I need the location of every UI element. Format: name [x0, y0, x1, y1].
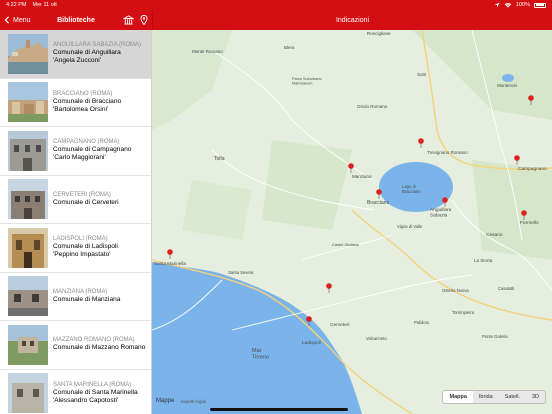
place-label: Formello: [520, 220, 539, 226]
library-name: Comunale di Anguillara: [53, 49, 121, 57]
library-thumbnail: [8, 373, 48, 414]
place-label: Monte Romano: [192, 49, 223, 54]
list-item[interactable]: CAMPAGNANO (ROMA) Comunale di Campagnano…: [0, 127, 151, 176]
library-city: MAZZANO ROMANO (ROMA): [53, 337, 135, 344]
status-right: 100%: [494, 2, 546, 8]
lake-bracciano: [379, 162, 453, 212]
map-type-satellite[interactable]: Satell.: [499, 391, 526, 403]
map-navbar: Indicazioni: [152, 10, 552, 30]
place-label: Ponte Galeria: [482, 334, 508, 339]
legal-link[interactable]: Aspetti legali: [180, 399, 206, 404]
place-label: Campagnano: [518, 166, 547, 172]
list-item[interactable]: LADISPOLI (ROMA) Comunale di Ladispoli '…: [0, 224, 151, 273]
place-label: Cerveteri: [330, 322, 349, 328]
maps-logo: Mappe: [156, 398, 175, 404]
back-button[interactable]: Menu: [4, 16, 31, 24]
library-name: Comunale di Santa Marinella: [53, 388, 138, 396]
library-name: Comunale di Mazzano Romano: [53, 344, 146, 352]
place-label: Blera: [284, 45, 295, 50]
library-city: SANTA MARINELLA (ROMA): [53, 381, 132, 388]
sidebar-nav-icons: [123, 15, 148, 25]
library-name-2: 'Alessandro Capotosti': [53, 396, 119, 404]
place-label: Valcanneto: [366, 336, 387, 341]
library-thumbnail: [8, 227, 48, 268]
library-thumbnail: [8, 82, 48, 123]
wifi-icon: [504, 2, 512, 8]
place-label: Sutri: [417, 72, 426, 77]
place-label: Santa Severa: [228, 270, 254, 275]
library-city: LADISPOLI (ROMA): [53, 236, 108, 243]
battery-icon: [534, 2, 546, 8]
library-thumbnail: [8, 276, 48, 317]
map-type-selector: Mappa Ibrida Satell. 3D: [442, 390, 546, 404]
library-thumbnail: [8, 324, 48, 365]
status-time: 4:22 PM: [6, 2, 27, 8]
map-3d-button[interactable]: 3D: [526, 391, 545, 403]
place-label: Osteria Nuova: [442, 288, 469, 293]
list-item[interactable]: CERVETERI (ROMA) Comunale di Cerveteri: [0, 176, 151, 224]
map-title: Indicazioni: [335, 16, 370, 24]
place-label: La Storta: [474, 258, 493, 263]
place-label: Bracciano: [367, 200, 389, 206]
map-attribution: Mappe Aspetti legali: [156, 398, 206, 404]
battery-percent: 100%: [515, 2, 530, 8]
map-view[interactable]: Ronciglione Monte Romano Blera Parco Sub…: [152, 30, 552, 414]
library-name: Comunale di Manziana: [53, 295, 121, 303]
library-thumbnail: [8, 33, 48, 74]
location-arrow-icon: [494, 2, 500, 8]
map-type-hybrid[interactable]: Ibrida: [473, 391, 499, 403]
app-root: 4:22 PM Mer 11 ott 100% Menu Biblioteche…: [0, 0, 552, 414]
place-label: Oriolo Romano: [357, 104, 388, 109]
list-item[interactable]: MANZIANA (ROMA) Comunale di Manziana: [0, 273, 151, 321]
library-building-icon[interactable]: [123, 15, 134, 25]
library-name-2: 'Angela Zucconi': [53, 57, 101, 65]
place-label: Vigna di Valle: [397, 224, 423, 229]
library-thumbnail: [8, 179, 48, 220]
library-city: CERVETERI (ROMA): [53, 191, 111, 198]
status-bar: 4:22 PM Mer 11 ott 100%: [0, 0, 552, 10]
map-pin-icon[interactable]: [140, 15, 148, 25]
library-name-2: 'Bartolomea Orsini': [53, 105, 109, 113]
library-name: Comunale di Bracciano: [53, 97, 122, 105]
list-item[interactable]: SANTA MARINELLA (ROMA) Comunale di Santa…: [0, 370, 151, 414]
sidebar-navbar: Menu Biblioteche: [0, 10, 152, 30]
place-label: Ladispoli: [302, 340, 321, 346]
list-item[interactable]: ANGUILLARA SABAZIA (ROMA) Comunale di An…: [0, 30, 151, 79]
library-name-2: 'Peppino Impastato': [53, 251, 111, 259]
back-label: Menu: [13, 16, 31, 24]
list-item[interactable]: BRACCIANO (ROMA) Comunale di Bracciano '…: [0, 79, 151, 127]
chevron-left-icon: [4, 16, 9, 24]
library-name-2: 'Carlo Maggiorani': [53, 154, 106, 162]
home-indicator[interactable]: [210, 408, 348, 411]
place-label: Santa Marinella: [154, 261, 186, 266]
place-label: Monterosi: [497, 83, 517, 88]
library-name: Comunale di Ladispoli: [53, 243, 118, 251]
place-label: Manziana: [352, 174, 372, 179]
status-date: Mer 11 ott: [32, 2, 57, 8]
place-label: Torrimpietra: [452, 310, 475, 315]
map-type-standard[interactable]: Mappa: [443, 391, 473, 403]
place-label: Cesano: [486, 232, 503, 238]
library-name: Comunale di Campagnano: [53, 146, 132, 154]
library-city: ANGUILLARA SABAZIA (ROMA): [53, 42, 142, 49]
library-thumbnail: [8, 130, 48, 171]
library-city: CAMPAGNANO (ROMA): [53, 139, 120, 146]
library-city: BRACCIANO (ROMA): [53, 90, 113, 97]
place-label: Ronciglione: [367, 31, 391, 36]
library-name: Comunale di Cerveteri: [53, 198, 119, 206]
place-label: Castel Giuliano: [332, 242, 360, 247]
library-list: ANGUILLARA SABAZIA (ROMA) Comunale di An…: [0, 30, 152, 414]
place-label: Trevignano Romano: [427, 150, 468, 155]
map-canvas[interactable]: Ronciglione Monte Romano Blera Parco Sub…: [152, 30, 552, 414]
library-city: MANZIANA (ROMA): [53, 288, 108, 295]
place-label: Casalotti: [498, 286, 514, 291]
place-label: Palidoro: [414, 320, 430, 325]
place-label: Tolfa: [214, 156, 225, 162]
list-item[interactable]: MAZZANO ROMANO (ROMA) Comunale di Mazzan…: [0, 321, 151, 370]
